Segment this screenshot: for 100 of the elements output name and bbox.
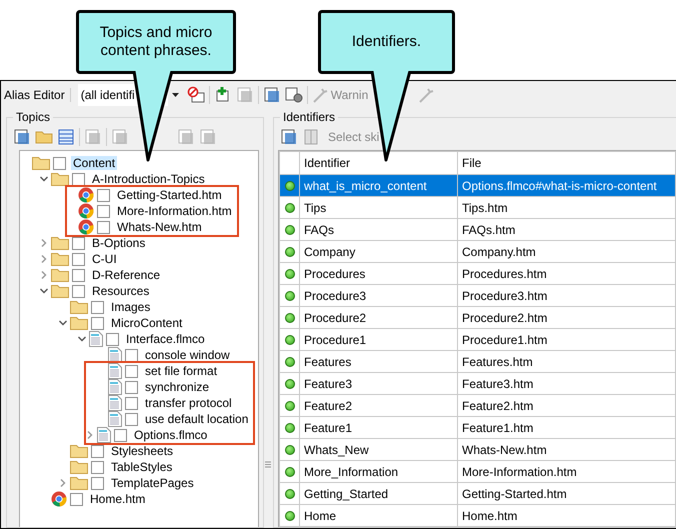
table-cell: Feature3.htm — [458, 372, 676, 394]
no-id-icon[interactable] — [186, 86, 205, 104]
tree-item[interactable]: D-Reference — [90, 268, 162, 282]
checkbox[interactable] — [72, 268, 85, 282]
table-row[interactable]: Home Home.htm — [280, 504, 676, 526]
checkbox[interactable] — [125, 396, 138, 410]
tree-item[interactable]: Interface.flmco — [124, 332, 207, 346]
table-row[interactable]: Whats_New Whats-New.htm — [280, 438, 676, 460]
splitter-grip-icon[interactable] — [265, 461, 271, 468]
tree-item[interactable]: C-UI — [90, 252, 119, 266]
table-row[interactable]: Features Features.htm — [280, 350, 676, 372]
table-cell: Getting-Started.htm — [458, 482, 676, 504]
checkbox[interactable] — [91, 444, 104, 458]
checkbox[interactable] — [125, 364, 138, 378]
chevron-down-icon[interactable] — [40, 286, 48, 296]
table-cell: Procedure2 — [300, 306, 458, 328]
chevron-right-icon[interactable] — [40, 270, 48, 280]
tree-item[interactable]: Getting-Started.htm — [115, 188, 224, 202]
chevron-right-icon[interactable] — [40, 254, 48, 264]
table-cell: what_is_micro_content — [300, 174, 458, 196]
tree-item[interactable]: Stylesheets — [109, 444, 176, 458]
chevron-right-icon[interactable] — [40, 238, 48, 248]
checkbox[interactable] — [72, 172, 85, 186]
folder-icon — [70, 476, 88, 490]
folder-icon — [70, 444, 88, 458]
column-header[interactable]: File — [458, 152, 676, 174]
checkbox[interactable] — [114, 428, 127, 442]
browser-icon — [78, 187, 94, 203]
table-row[interactable]: Getting_Started Getting-Started.htm — [280, 482, 676, 504]
table-row[interactable]: Company Company.htm — [280, 240, 676, 262]
checkbox[interactable] — [53, 156, 66, 170]
tree-item[interactable]: use default location — [143, 412, 250, 426]
tree-item[interactable]: A-Introduction-Topics — [90, 172, 207, 186]
document-icon — [97, 427, 111, 443]
checkbox[interactable] — [72, 236, 85, 250]
document-icon — [108, 379, 122, 395]
tree-item[interactable]: Whats-New.htm — [115, 220, 204, 234]
caret-icon[interactable] — [172, 93, 179, 97]
chevron-down-icon[interactable] — [59, 318, 67, 328]
checkbox[interactable] — [125, 412, 138, 426]
checkbox[interactable] — [106, 332, 119, 346]
wand-icon[interactable] — [312, 86, 330, 104]
table-icon[interactable] — [57, 128, 75, 146]
checkbox[interactable] — [125, 380, 138, 394]
folder-icon — [32, 156, 50, 170]
tree-item[interactable]: console window — [143, 348, 232, 362]
tree-item[interactable]: Images — [109, 300, 152, 314]
tree-item[interactable]: MicroContent — [109, 316, 184, 330]
chevron-down-icon[interactable] — [40, 174, 48, 184]
checkbox[interactable] — [72, 284, 85, 298]
tree-item[interactable]: synchronize — [143, 380, 212, 394]
table-row[interactable]: Tips Tips.htm — [280, 196, 676, 218]
tree-item[interactable]: B-Options — [90, 236, 148, 250]
tree-item[interactable]: set file format — [143, 364, 220, 378]
table-row[interactable]: More_Information More-Information.htm — [280, 460, 676, 482]
chevron-right-icon[interactable] — [59, 478, 67, 488]
table-cell: Procedure1.htm — [458, 328, 676, 350]
tree-item[interactable]: Options.flmco — [132, 428, 210, 442]
table-cell: Procedure2.htm — [458, 306, 676, 328]
table-row[interactable]: Procedure2 Procedure2.htm — [280, 306, 676, 328]
table-row[interactable]: Procedures Procedures.htm — [280, 262, 676, 284]
status-dot — [284, 444, 294, 454]
checkbox[interactable] — [97, 204, 110, 218]
table-cell: Home.htm — [458, 504, 676, 526]
status-dot — [284, 334, 294, 344]
table-row[interactable]: Procedure3 Procedure3.htm — [280, 284, 676, 306]
tree-item[interactable]: More-Information.htm — [115, 204, 234, 218]
column-header[interactable]: Identifier — [300, 152, 458, 174]
checkbox[interactable] — [91, 300, 104, 314]
checkbox[interactable] — [72, 252, 85, 266]
table-row[interactable]: FAQs FAQs.htm — [280, 218, 676, 240]
tree-item[interactable]: TableStyles — [109, 460, 174, 474]
table-row[interactable]: what_is_micro_content Options.flmco#what-is-micro-content — [280, 174, 676, 196]
checkbox[interactable] — [91, 476, 104, 490]
status-dot — [284, 422, 294, 432]
checkbox[interactable] — [91, 316, 104, 330]
tree-item[interactable]: Home.htm — [88, 492, 148, 506]
checkbox[interactable] — [97, 188, 110, 202]
table-cell: Feature3 — [300, 372, 458, 394]
table-row[interactable]: Feature3 Feature3.htm — [280, 372, 676, 394]
checkbox[interactable] — [70, 492, 83, 506]
table-row[interactable]: Feature1 Feature1.htm — [280, 416, 676, 438]
chevron-right-icon[interactable] — [86, 430, 94, 440]
tree-item[interactable]: Content — [71, 156, 118, 170]
table-cell: Tips — [300, 196, 458, 218]
folder-icon — [51, 268, 69, 282]
tree-item[interactable]: Resources — [90, 284, 152, 298]
chevron-down-icon[interactable] — [78, 334, 86, 344]
tree-item[interactable]: transfer protocol — [143, 396, 234, 410]
table-row[interactable]: Procedure1 Procedure1.htm — [280, 328, 676, 350]
tree-item[interactable]: TemplatePages — [109, 476, 196, 490]
table-cell: Procedure3 — [300, 284, 458, 306]
copy-icon[interactable] — [13, 128, 31, 146]
table-row[interactable]: Feature2 Feature2.htm — [280, 394, 676, 416]
checkbox[interactable] — [125, 348, 138, 362]
checkbox[interactable] — [91, 460, 104, 474]
window-title: Alias Editor — [4, 88, 71, 102]
table-cell: Company — [300, 240, 458, 262]
checkbox[interactable] — [97, 220, 110, 234]
table-cell: Procedures — [300, 262, 458, 284]
